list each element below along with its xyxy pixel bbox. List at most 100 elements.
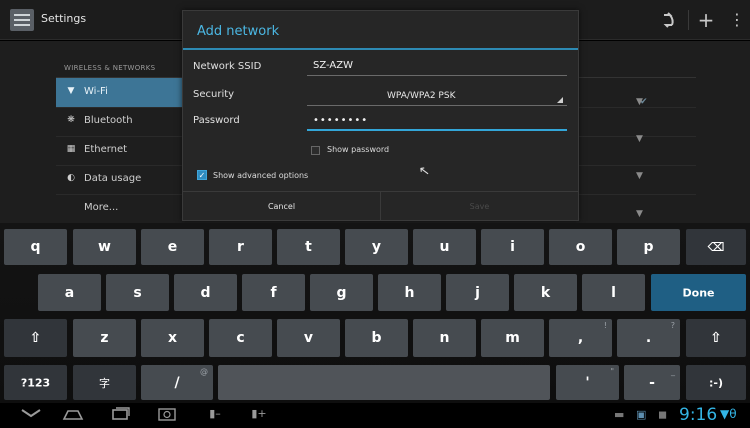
wifi-signal-icon: ▼: [636, 171, 643, 181]
password-input[interactable]: ••••••••: [307, 113, 567, 131]
key-a[interactable]: a: [38, 274, 101, 311]
status-clock: 9:16: [679, 405, 718, 425]
security-value: WPA/WPA2 PSK: [387, 91, 456, 101]
backspace-key[interactable]: ⌫: [686, 229, 746, 265]
done-key[interactable]: Done: [651, 274, 746, 311]
key-label: t: [305, 239, 312, 255]
ime-key[interactable]: 字: [73, 365, 136, 400]
recents-icon[interactable]: [108, 407, 134, 425]
key-z[interactable]: z: [73, 319, 136, 357]
security-label: Security: [193, 89, 235, 100]
key-label: q: [30, 239, 41, 255]
cancel-button[interactable]: Cancel: [183, 192, 380, 221]
volume-up-icon[interactable]: ▮+: [248, 407, 270, 420]
add-icon[interactable]: +: [691, 6, 721, 34]
key-period[interactable]: ? .: [617, 319, 680, 357]
key-l[interactable]: l: [582, 274, 645, 311]
security-select[interactable]: WPA/WPA2 PSK: [307, 88, 567, 106]
key-apostrophe[interactable]: " ': [556, 365, 619, 400]
sidebar-item-label: More...: [84, 202, 119, 213]
shift-icon: ⇧: [710, 330, 722, 346]
sidebar-item-wifi[interactable]: ▼ Wi-Fi: [56, 78, 186, 107]
sidebar-item-data-usage[interactable]: ◐ Data usage: [56, 165, 186, 194]
wifi-signal-icon: ▼: [636, 134, 643, 144]
password-label: Password: [193, 115, 240, 126]
ssid-input[interactable]: SZ-AZW: [307, 58, 567, 76]
key-label: s: [133, 284, 142, 301]
dialog-button-bar: Cancel Save: [183, 191, 578, 221]
key-f[interactable]: f: [242, 274, 305, 311]
key-label: j: [475, 284, 480, 301]
shift-key-right[interactable]: ⇧: [686, 319, 746, 357]
symbols-key[interactable]: ?123: [4, 365, 67, 400]
key-r[interactable]: r: [209, 229, 272, 265]
key-slash[interactable]: @ /: [141, 365, 213, 400]
key-b[interactable]: b: [345, 319, 408, 357]
settings-app-icon[interactable]: [10, 9, 34, 31]
key-label: u: [439, 239, 450, 255]
key-m[interactable]: m: [481, 319, 544, 357]
key-s[interactable]: s: [106, 274, 169, 311]
app-notification-icon: ▣: [636, 408, 647, 421]
key-label: y: [371, 239, 382, 255]
key-e[interactable]: e: [141, 229, 204, 265]
key-w[interactable]: w: [73, 229, 136, 265]
key-k[interactable]: k: [514, 274, 577, 311]
key-p[interactable]: p: [617, 229, 680, 265]
key-label: v: [303, 330, 314, 346]
key-label: z: [100, 330, 109, 346]
key-x[interactable]: x: [141, 319, 204, 357]
navigation-bar: ▮– ▮+ ▬ ▣ ◼ 9:16 ▼θ: [0, 403, 750, 428]
key-y[interactable]: y: [345, 229, 408, 265]
field-underline: [307, 129, 567, 131]
key-g[interactable]: g: [310, 274, 373, 311]
key-t[interactable]: t: [277, 229, 340, 265]
key-label: l: [611, 284, 616, 301]
sidebar-item-ethernet[interactable]: ▦ Ethernet: [56, 136, 186, 165]
key-d[interactable]: d: [174, 274, 237, 311]
smiley-key[interactable]: :-): [686, 365, 746, 400]
key-comma[interactable]: ! ,: [549, 319, 612, 357]
save-button[interactable]: Save: [381, 192, 578, 221]
sync-icon[interactable]: [653, 6, 683, 34]
key-label: ': [585, 374, 590, 391]
key-label: f: [270, 284, 277, 301]
sidebar-item-label: Data usage: [84, 173, 142, 184]
key-label: h: [404, 284, 415, 301]
key-label: 字: [99, 376, 110, 390]
key-label: :-): [709, 376, 723, 389]
home-icon[interactable]: [60, 407, 86, 425]
key-u[interactable]: u: [413, 229, 476, 265]
wifi-signal-icon: ▼: [636, 97, 643, 107]
volume-down-icon[interactable]: ▮–: [204, 407, 226, 420]
ssid-value: SZ-AZW: [313, 60, 353, 71]
advanced-options-checkbox[interactable]: ✓: [197, 170, 207, 180]
space-key[interactable]: [218, 365, 550, 400]
key-label: i: [510, 239, 515, 255]
key-hint: !: [603, 321, 607, 330]
key-label: o: [575, 239, 586, 255]
sidebar-item-label: Bluetooth: [84, 115, 133, 126]
key-j[interactable]: j: [446, 274, 509, 311]
show-password-checkbox[interactable]: [311, 146, 320, 155]
dialog-title: Add network: [197, 24, 280, 39]
key-v[interactable]: v: [277, 319, 340, 357]
key-q[interactable]: q: [4, 229, 67, 265]
shift-key-left[interactable]: ⇧: [4, 319, 67, 357]
ethernet-icon: ▦: [66, 144, 76, 154]
sidebar-item-more[interactable]: More...: [56, 194, 186, 223]
key-label: -: [649, 374, 655, 391]
screenshot-icon[interactable]: [155, 407, 179, 425]
key-dash[interactable]: _ -: [624, 365, 680, 400]
field-underline: [307, 105, 567, 106]
key-h[interactable]: h: [378, 274, 441, 311]
key-i[interactable]: i: [481, 229, 544, 265]
sidebar-item-bluetooth[interactable]: ❋ Bluetooth: [56, 107, 186, 136]
overflow-menu-icon[interactable]: ⋮: [722, 6, 750, 34]
key-c[interactable]: c: [209, 319, 272, 357]
field-underline: [307, 75, 567, 76]
key-hint: ?: [670, 321, 675, 330]
back-icon[interactable]: [18, 407, 44, 423]
key-o[interactable]: o: [549, 229, 612, 265]
key-n[interactable]: n: [413, 319, 476, 357]
